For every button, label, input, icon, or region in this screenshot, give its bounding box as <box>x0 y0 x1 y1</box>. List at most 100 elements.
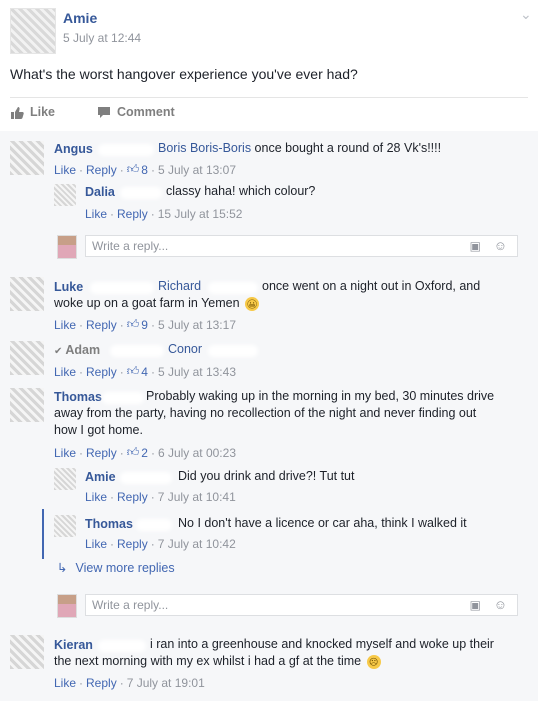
comment-text-line2: away from the party, having no recollect… <box>54 406 477 420</box>
thumbs-up-icon <box>11 106 24 119</box>
thumbs-up-icon: 👍︎ <box>126 162 140 176</box>
comment-time[interactable]: 7 July at 19:01 <box>127 676 205 690</box>
like-count[interactable]: 8 <box>141 163 148 177</box>
comment-like-link[interactable]: Like <box>54 365 76 379</box>
comment-label: Comment <box>117 105 175 119</box>
smiley-icon[interactable]: ☺ <box>494 597 507 612</box>
comment-text: Probably waking up in the morning in my … <box>146 389 495 403</box>
like-count[interactable]: 9 <box>141 318 148 332</box>
reply-input[interactable]: Write a reply... ▣ ☺ <box>85 235 518 257</box>
comments-section: Angus Boris Boris-Boris once bought a ro… <box>0 131 538 701</box>
avatar[interactable] <box>54 515 76 537</box>
comment-time[interactable]: 15 July at 15:52 <box>158 207 243 221</box>
comment-reply-link[interactable]: Reply <box>117 537 148 551</box>
post-author[interactable]: Amie <box>63 10 97 26</box>
comment-like-link[interactable]: Like <box>54 676 76 690</box>
post-timestamp[interactable]: 5 July at 12:44 <box>63 31 141 45</box>
avatar[interactable] <box>10 388 44 422</box>
comment-like-link[interactable]: Like <box>85 537 107 551</box>
comment-reply-link[interactable]: Reply <box>117 207 148 221</box>
comment-reply-link[interactable]: Reply <box>86 163 117 177</box>
thumbs-up-icon: 👍︎ <box>126 364 140 378</box>
avatar[interactable] <box>10 277 44 311</box>
comment-author[interactable]: Dalia <box>85 185 115 199</box>
comment-reply-link[interactable]: Reply <box>86 365 117 379</box>
like-count[interactable]: 4 <box>141 365 148 379</box>
comment-text: No I don't have a licence or car aha, th… <box>178 516 467 530</box>
avatar[interactable] <box>10 635 44 669</box>
comment-text-line2: the next morning with my ex whilst i had… <box>54 653 381 670</box>
post-text: What's the worst hangover experience you… <box>10 66 358 82</box>
comment-text: classy haha! which colour? <box>166 184 316 198</box>
comment-text: i ran into a greenhouse and knocked myse… <box>150 637 494 651</box>
redaction <box>136 519 172 531</box>
comment-text-line2: woke up on a goat farm in Yemen 😬︎ <box>54 296 260 311</box>
comment-reply-link[interactable]: Reply <box>117 490 148 504</box>
redaction <box>102 392 144 404</box>
comment-like-link[interactable]: Like <box>85 490 107 504</box>
comment-author[interactable]: ✔ Adam <box>54 343 100 357</box>
speech-bubble-icon <box>98 106 110 118</box>
comment-like-link[interactable]: Like <box>54 446 76 460</box>
current-user-avatar <box>57 235 77 259</box>
redaction <box>208 345 258 357</box>
view-more-replies[interactable]: ↳ View more replies <box>57 560 175 576</box>
comment-like-link[interactable]: Like <box>85 207 107 221</box>
comment-time[interactable]: 5 July at 13:07 <box>158 163 236 177</box>
like-button[interactable]: Like <box>10 105 55 119</box>
comment-time[interactable]: 5 July at 13:17 <box>158 318 236 332</box>
comment-button[interactable]: Comment <box>97 105 175 119</box>
comment-meta: Like · Reply · 👍︎ 8 · 5 July at 13:07 <box>54 162 236 177</box>
avatar[interactable] <box>54 184 76 206</box>
comment-meta: Like · Reply · 15 July at 15:52 <box>85 207 243 221</box>
tagged-user[interactable]: Richard <box>158 279 201 293</box>
chevron-down-icon[interactable]: ⌄ <box>520 6 532 23</box>
post-header: Amie 5 July at 12:44 ⌄ What's the worst … <box>0 0 538 130</box>
comment-meta: Like · Reply · 7 July at 10:41 <box>85 490 236 504</box>
avatar[interactable] <box>10 141 44 175</box>
reply-input[interactable]: Write a reply... ▣ ☺ <box>85 594 518 616</box>
comment-author[interactable]: Angus <box>54 142 93 156</box>
comment-meta: Like · Reply · 👍︎ 9 · 5 July at 13:17 <box>54 317 236 332</box>
redaction <box>98 144 154 156</box>
comment-reply-link[interactable]: Reply <box>86 446 117 460</box>
comment-reply-link[interactable]: Reply <box>86 676 117 690</box>
camera-icon[interactable]: ▣ <box>470 598 481 612</box>
like-label: Like <box>30 105 56 119</box>
avatar[interactable] <box>54 468 76 490</box>
comment-time[interactable]: 7 July at 10:42 <box>158 537 236 551</box>
author-avatar[interactable] <box>10 8 56 54</box>
comment-time[interactable]: 5 July at 13:43 <box>158 365 236 379</box>
redaction <box>98 640 146 652</box>
reply-placeholder: Write a reply... <box>92 239 169 253</box>
comment-meta: Like · Reply · 7 July at 10:42 <box>85 537 236 551</box>
comment-author[interactable]: Amie <box>85 470 116 484</box>
camera-icon[interactable]: ▣ <box>470 239 481 253</box>
comment-author[interactable]: Thomas <box>85 517 133 531</box>
comment-meta: Like · Reply · 7 July at 19:01 <box>54 676 205 690</box>
thumbs-up-icon: 👍︎ <box>126 445 140 459</box>
comment-like-link[interactable]: Like <box>54 318 76 332</box>
comment-like-link[interactable]: Like <box>54 163 76 177</box>
redaction <box>120 472 172 484</box>
smiley-icon[interactable]: ☺ <box>494 238 507 253</box>
like-count[interactable]: 2 <box>141 446 148 460</box>
comment-author[interactable]: Kieran <box>54 638 93 652</box>
comment-reply-link[interactable]: Reply <box>86 318 117 332</box>
thumbs-up-icon: 👍︎ <box>126 317 140 331</box>
comment-time[interactable]: 6 July at 00:23 <box>158 446 236 460</box>
tagged-user[interactable]: Conor <box>168 342 202 356</box>
tagged-user[interactable]: Boris Boris-Boris <box>158 141 251 155</box>
comment-author[interactable]: Thomas <box>54 390 102 404</box>
thread-highlight <box>42 509 44 559</box>
redaction <box>120 187 162 199</box>
avatar[interactable] <box>10 341 44 375</box>
redaction <box>208 282 258 294</box>
comment-text: once went on a night out in Oxford, and <box>262 279 481 293</box>
comment-time[interactable]: 7 July at 10:41 <box>158 490 236 504</box>
comment-text: Richard <box>158 278 201 295</box>
comment-author[interactable]: Luke <box>54 280 83 294</box>
frown-emoji-icon: ☹︎ <box>366 654 381 669</box>
current-user-avatar <box>57 594 77 618</box>
comment-text-line3: how I got home. <box>54 423 143 437</box>
